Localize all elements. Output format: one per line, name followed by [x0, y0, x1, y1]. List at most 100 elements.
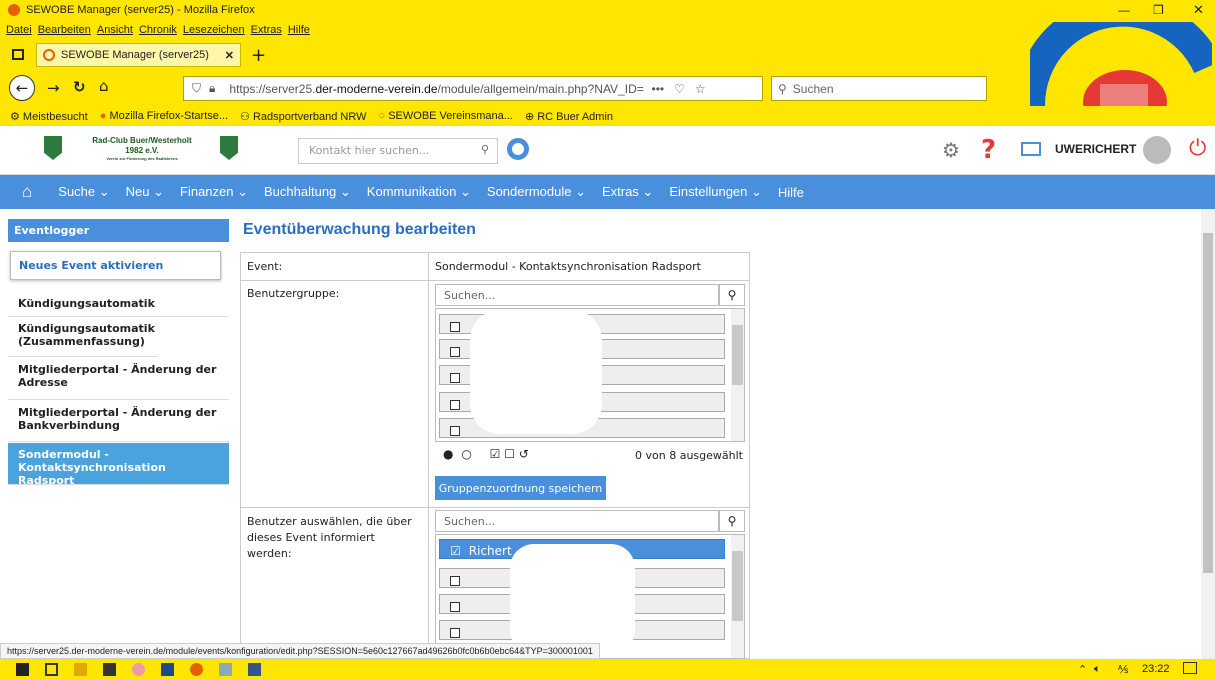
- new-tab-button[interactable]: +: [251, 45, 266, 66]
- logout-power-icon[interactable]: ⏻: [1189, 136, 1206, 161]
- url-bar[interactable]: ⛉ 🔒︎ https://server25. der-moderne-verei…: [183, 76, 763, 101]
- users-list-scrollbar[interactable]: [731, 535, 744, 658]
- home-button[interactable]: ⌂: [99, 77, 109, 95]
- keyboard-layout-icon[interactable]: ⅍: [1118, 663, 1128, 676]
- windows-start-icon[interactable]: [16, 662, 29, 676]
- checkbox[interactable]: [450, 321, 460, 332]
- checkbox[interactable]: [450, 372, 460, 383]
- firefox-taskbar-icon[interactable]: [190, 662, 203, 676]
- sidebar-item-mitgliederportal-bank[interactable]: Mitgliederportal - Änderung der Bankverb…: [8, 401, 229, 442]
- file-explorer-icon[interactable]: [74, 662, 87, 676]
- scroll-thumb[interactable]: [732, 325, 743, 385]
- scroll-thumb[interactable]: [732, 551, 743, 621]
- checkbox[interactable]: [450, 425, 460, 436]
- group-toolbar: ● ○ ☑ ☐ ↺ 0 von 8 ausgewählt: [435, 444, 745, 468]
- pocket-icon[interactable]: ♡: [674, 82, 685, 96]
- group-list-scrollbar[interactable]: [731, 309, 744, 441]
- sidebar-item-kuendigungsautomatik-zusammenfassung[interactable]: Kündigungsautomatik (Zusammenfassung): [8, 317, 158, 357]
- users-search-placeholder: Suchen...: [444, 515, 496, 528]
- menu-ansicht[interactable]: Ansicht: [97, 24, 133, 36]
- group-search-input[interactable]: Suchen...: [435, 284, 719, 306]
- devices-icon[interactable]: [1021, 142, 1041, 156]
- check-all-icon[interactable]: ☑: [490, 447, 501, 461]
- nav-hilfe[interactable]: Hilfe: [778, 185, 804, 200]
- close-window-button[interactable]: ✕: [1193, 2, 1204, 18]
- back-button[interactable]: ←: [9, 75, 35, 101]
- contact-search[interactable]: Kontakt hier suchen... ⚲: [298, 138, 498, 164]
- uncheck-all-icon[interactable]: ☐: [504, 447, 515, 461]
- forward-button[interactable]: →: [47, 79, 60, 97]
- nav-sondermodule[interactable]: Sondermodule ⌄: [487, 184, 586, 200]
- select-none-radio-icon[interactable]: ○: [461, 447, 471, 461]
- tab-close-icon[interactable]: ✕: [225, 49, 234, 62]
- bookmark-firefox-start[interactable]: ● Mozilla Firefox-Startse...: [100, 110, 228, 122]
- volume-icon[interactable]: 🔈︎: [1094, 662, 1101, 676]
- help-icon[interactable]: ?: [981, 135, 996, 165]
- nav-einstellungen[interactable]: Einstellungen ⌄: [669, 184, 762, 200]
- nav-buchhaltung[interactable]: Buchhaltung ⌄: [264, 184, 351, 200]
- search-icon: ⚲: [778, 81, 787, 96]
- task-view-icon[interactable]: [45, 662, 58, 676]
- home-icon[interactable]: ⌂: [22, 182, 32, 202]
- store-icon[interactable]: [103, 662, 116, 676]
- menu-datei[interactable]: Datei: [6, 24, 32, 36]
- clock[interactable]: 23:22: [1142, 663, 1170, 675]
- bookmark-rc-buer-admin[interactable]: ⊕ RC Buer Admin: [525, 110, 613, 123]
- checked-checkbox-icon[interactable]: ☑: [450, 544, 461, 558]
- app-icon[interactable]: [161, 662, 174, 676]
- menu-hilfe[interactable]: Hilfe: [288, 24, 310, 36]
- club-badge-right: [220, 136, 238, 160]
- users-search-button[interactable]: ⚲: [719, 510, 745, 532]
- nav-extras[interactable]: Extras ⌄: [602, 184, 653, 200]
- sidebar-item-kontaktsynchronisation[interactable]: Sondermodul - Kontaktsynchronisation Rad…: [8, 443, 229, 487]
- app-icon[interactable]: [219, 662, 232, 676]
- menu-chronik[interactable]: Chronik: [139, 24, 177, 36]
- checkbox[interactable]: [450, 575, 460, 586]
- lifebuoy-icon[interactable]: [507, 138, 529, 160]
- group-search-button[interactable]: ⚲: [719, 284, 745, 306]
- bookmark-radsportverband[interactable]: ⚇ Radsportverband NRW: [240, 110, 366, 123]
- sidebar-item-kuendigungsautomatik[interactable]: Kündigungsautomatik: [8, 290, 229, 317]
- sidebar-toggle-icon[interactable]: [12, 49, 24, 60]
- menu-bearbeiten[interactable]: Bearbeiten: [38, 24, 91, 36]
- users-search-input[interactable]: Suchen...: [435, 510, 719, 532]
- bookmark-sewobe[interactable]: ○ SEWOBE Vereinsmana...: [379, 110, 513, 122]
- notifications-icon[interactable]: [1183, 662, 1197, 674]
- tray-chevron-icon[interactable]: ⌃: [1078, 663, 1087, 676]
- nav-finanzen[interactable]: Finanzen ⌄: [180, 184, 248, 200]
- reload-button[interactable]: ↻: [73, 78, 86, 96]
- nav-kommunikation[interactable]: Kommunikation ⌄: [367, 184, 471, 200]
- minimize-button[interactable]: —: [1118, 3, 1130, 17]
- page-actions-icon[interactable]: •••: [652, 82, 665, 96]
- page-scrollbar[interactable]: [1201, 209, 1215, 659]
- checkbox[interactable]: [450, 601, 460, 612]
- settings-gears-icon[interactable]: ⚙: [942, 138, 960, 162]
- editor-icon[interactable]: [248, 662, 261, 676]
- save-group-assignment-button[interactable]: Gruppenzuordnung speichern: [435, 476, 606, 500]
- bookmarks-bar: ⚙ Meistbesucht ● Mozilla Firefox-Startse…: [0, 106, 1215, 126]
- browser-tab[interactable]: SEWOBE Manager (server25) ✕: [36, 43, 241, 67]
- new-event-button[interactable]: Neues Event aktivieren: [10, 251, 221, 280]
- avatar[interactable]: [1143, 136, 1171, 164]
- browser-search-box[interactable]: ⚲ Suchen: [771, 76, 987, 101]
- checkbox[interactable]: [450, 346, 460, 357]
- nav-neu[interactable]: Neu ⌄: [126, 184, 164, 200]
- reset-icon[interactable]: ↺: [519, 447, 529, 461]
- chrome-icon[interactable]: [132, 662, 145, 676]
- menu-lesezeichen[interactable]: Lesezeichen: [183, 24, 245, 36]
- checkbox[interactable]: [450, 399, 460, 410]
- maximize-button[interactable]: ❐: [1153, 3, 1164, 17]
- lock-icon: 🔒︎: [209, 81, 216, 95]
- url-prefix: https://server25.: [229, 81, 316, 96]
- username[interactable]: UWERICHERT: [1055, 142, 1136, 156]
- sidebar-item-mitgliederportal-adresse[interactable]: Mitgliederportal - Änderung der Adresse: [8, 358, 229, 400]
- checkbox[interactable]: [450, 627, 460, 638]
- scroll-thumb[interactable]: [1203, 233, 1213, 573]
- bookmark-meistbesucht[interactable]: ⚙ Meistbesucht: [10, 110, 88, 123]
- menu-extras[interactable]: Extras: [251, 24, 282, 36]
- bookmark-star-icon[interactable]: ☆: [695, 82, 706, 96]
- select-all-radio-icon[interactable]: ●: [443, 447, 453, 461]
- window-titlebar: SEWOBE Manager (server25) - Mozilla Fire…: [0, 0, 1215, 20]
- nav-suche[interactable]: Suche ⌄: [58, 184, 109, 200]
- redaction-blob: [510, 544, 635, 654]
